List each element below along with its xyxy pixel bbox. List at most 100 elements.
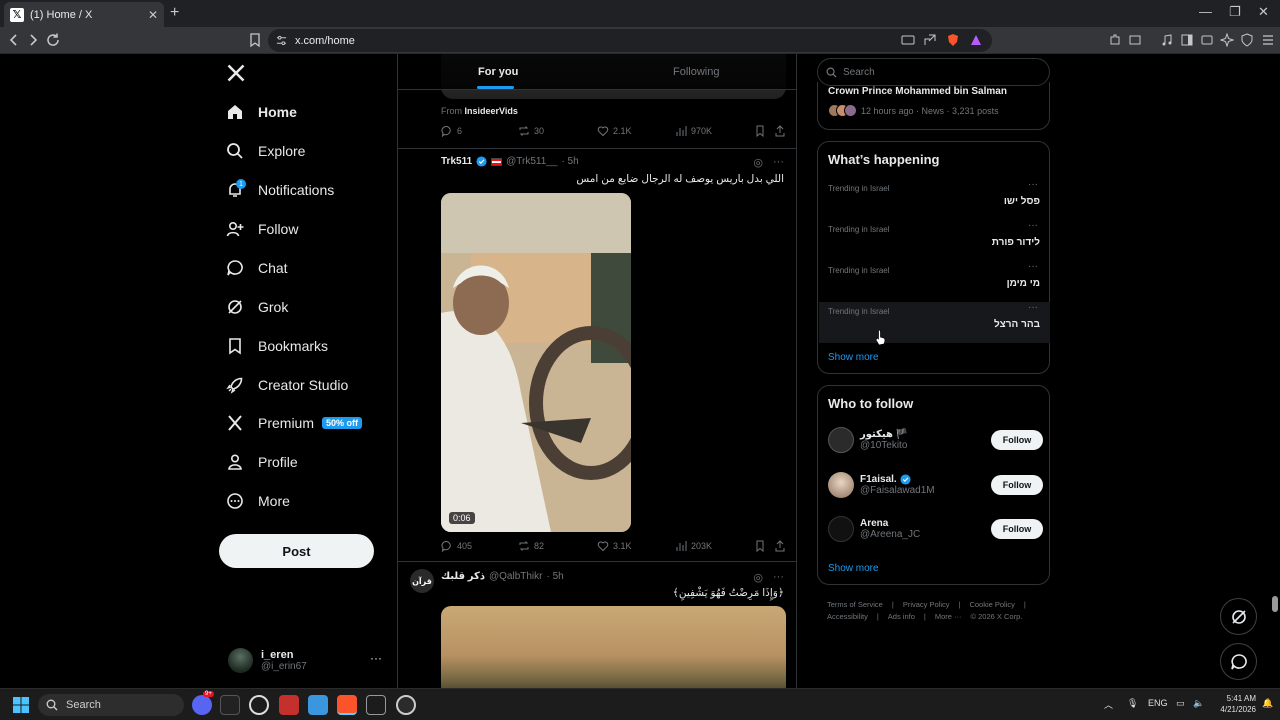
- nav-profile[interactable]: Profile: [226, 448, 298, 476]
- app-icon[interactable]: [249, 695, 269, 715]
- nav-follow[interactable]: Follow: [226, 215, 298, 243]
- windows-start-icon[interactable]: [13, 697, 29, 713]
- messages-fab-button[interactable]: [1220, 643, 1257, 680]
- reply-button[interactable]: 6: [441, 125, 462, 137]
- share-post-button[interactable]: [774, 125, 786, 137]
- screenshot-icon[interactable]: [1128, 33, 1142, 47]
- window-close-icon[interactable]: ✕: [1258, 4, 1269, 20]
- app-icon[interactable]: [366, 695, 386, 715]
- new-tab-button[interactable]: +: [170, 4, 179, 22]
- avatar[interactable]: قرآن: [410, 569, 434, 593]
- trend-item[interactable]: Trending in Israel ··· מי מימן: [819, 261, 1050, 302]
- grok-post-icon[interactable]: ◎: [753, 156, 763, 169]
- grok-fab-button[interactable]: [1220, 598, 1257, 635]
- bookmark-page-icon[interactable]: [247, 32, 263, 48]
- reload-icon[interactable]: [45, 32, 61, 48]
- extensions-icon[interactable]: [1108, 33, 1122, 47]
- footer-link[interactable]: Cookie Policy: [969, 600, 1014, 609]
- source-link[interactable]: InsideerVids: [465, 106, 518, 116]
- news-card[interactable]: Crown Prince Mohammed bin Salman 12 hour…: [817, 82, 1050, 130]
- trend-item[interactable]: Trending in Israel ··· לידור פורת: [819, 220, 1050, 261]
- reply-button[interactable]: 405: [441, 540, 472, 552]
- nav-chat[interactable]: Chat: [226, 254, 288, 282]
- post-image[interactable]: [441, 606, 786, 688]
- volume-icon[interactable]: 🔈: [1193, 698, 1204, 709]
- follow-button[interactable]: Follow: [991, 519, 1043, 539]
- app-icon[interactable]: [279, 695, 299, 715]
- tab-for-you[interactable]: For you: [478, 66, 518, 78]
- footer-link[interactable]: Terms of Service: [827, 600, 883, 609]
- footer-link[interactable]: Ads info: [888, 612, 915, 621]
- post-video[interactable]: 0:06: [441, 193, 631, 532]
- brave-shields-icon[interactable]: [946, 33, 960, 47]
- brave-browser-icon[interactable]: [337, 695, 357, 715]
- footer-link[interactable]: More ···: [935, 612, 962, 621]
- post-time[interactable]: · 5h: [546, 571, 563, 582]
- tab-following[interactable]: Following: [673, 66, 719, 78]
- cast-icon[interactable]: [901, 33, 915, 47]
- sidebar-icon[interactable]: [1180, 33, 1194, 47]
- repost-button[interactable]: 82: [518, 540, 544, 552]
- microphone-icon[interactable]: 🎙: [1127, 698, 1138, 709]
- nav-grok[interactable]: Grok: [226, 293, 288, 321]
- x-logo-icon[interactable]: [226, 63, 246, 83]
- follow-button[interactable]: Follow: [991, 430, 1043, 450]
- trend-more-icon[interactable]: ···: [1028, 302, 1038, 313]
- trend-item[interactable]: Trending in Israel ··· פסל ישו: [819, 179, 1050, 220]
- like-button[interactable]: 2.1K: [597, 125, 632, 137]
- share-icon[interactable]: [923, 33, 937, 47]
- nav-explore[interactable]: Explore: [226, 137, 305, 165]
- account-switcher[interactable]: i_eren @i_erin67 ···: [228, 642, 388, 678]
- author-handle[interactable]: @QalbThikr: [489, 571, 543, 582]
- wallet-icon[interactable]: [1200, 33, 1214, 47]
- trend-more-icon[interactable]: ···: [1028, 261, 1038, 272]
- trend-more-icon[interactable]: ···: [1028, 220, 1038, 231]
- scrollbar-thumb[interactable]: [1272, 596, 1278, 612]
- post-time[interactable]: · 5h: [561, 156, 578, 167]
- address-bar[interactable]: x.com/home: [268, 29, 992, 52]
- restore-icon[interactable]: ❐: [1229, 4, 1241, 20]
- author-name[interactable]: ذكر قلبك: [441, 571, 485, 582]
- forward-icon[interactable]: [25, 32, 41, 48]
- back-icon[interactable]: [6, 32, 22, 48]
- like-button[interactable]: 3.1K: [597, 540, 632, 552]
- show-more-link[interactable]: Show more: [828, 563, 879, 574]
- views-button[interactable]: 970K: [675, 125, 712, 137]
- browser-tab[interactable]: 𝕏 (1) Home / X ✕: [4, 2, 164, 27]
- taskbar-search[interactable]: Search: [38, 694, 184, 716]
- nav-notifications[interactable]: 1 Notifications: [226, 176, 334, 204]
- views-button[interactable]: 203K: [675, 540, 712, 552]
- trend-more-icon[interactable]: ···: [1028, 179, 1038, 190]
- nav-home[interactable]: Home: [226, 98, 297, 126]
- footer-link[interactable]: Accessibility: [827, 612, 868, 621]
- author-handle[interactable]: @Trk511__: [506, 156, 557, 167]
- menu-icon[interactable]: [1261, 33, 1275, 47]
- vpn-icon[interactable]: [1240, 33, 1254, 47]
- tab-close-icon[interactable]: ✕: [148, 8, 158, 22]
- tray-chevron-icon[interactable]: ︿: [1104, 698, 1113, 711]
- footer-link[interactable]: Privacy Policy: [903, 600, 950, 609]
- show-more-link[interactable]: Show more: [828, 352, 879, 363]
- share-post-button[interactable]: [774, 540, 786, 552]
- follow-suggestion[interactable]: هيكتور 🏴 @10Tekito Follow: [828, 425, 1043, 455]
- bookmark-post-button[interactable]: [754, 125, 766, 137]
- post-more-icon[interactable]: ···: [773, 156, 784, 169]
- bookmark-post-button[interactable]: [754, 540, 766, 552]
- page-scrollbar[interactable]: [1272, 54, 1280, 688]
- site-settings-icon[interactable]: [276, 35, 287, 46]
- follow-button[interactable]: Follow: [991, 475, 1043, 495]
- app-icon[interactable]: [396, 695, 416, 715]
- follow-suggestion[interactable]: F1aisal. @Faisalawad1M Follow: [828, 470, 1043, 500]
- author-name[interactable]: Trk511: [441, 156, 472, 167]
- network-icon[interactable]: ▭: [1176, 698, 1185, 709]
- app-icon[interactable]: [308, 695, 328, 715]
- follow-suggestion[interactable]: Arena @Areena_JC Follow: [828, 514, 1043, 544]
- repost-button[interactable]: 30: [518, 125, 544, 137]
- grok-post-icon[interactable]: ◎: [753, 571, 763, 584]
- nav-creator-studio[interactable]: Creator Studio: [226, 371, 348, 399]
- discord-icon[interactable]: [192, 695, 212, 715]
- trend-item[interactable]: Trending in Israel ··· בהר הרצל: [819, 302, 1050, 343]
- taskbar-clock[interactable]: 5:41 AM 4/21/2026: [1210, 693, 1256, 715]
- epic-games-icon[interactable]: [220, 695, 240, 715]
- post-button[interactable]: Post: [219, 534, 374, 568]
